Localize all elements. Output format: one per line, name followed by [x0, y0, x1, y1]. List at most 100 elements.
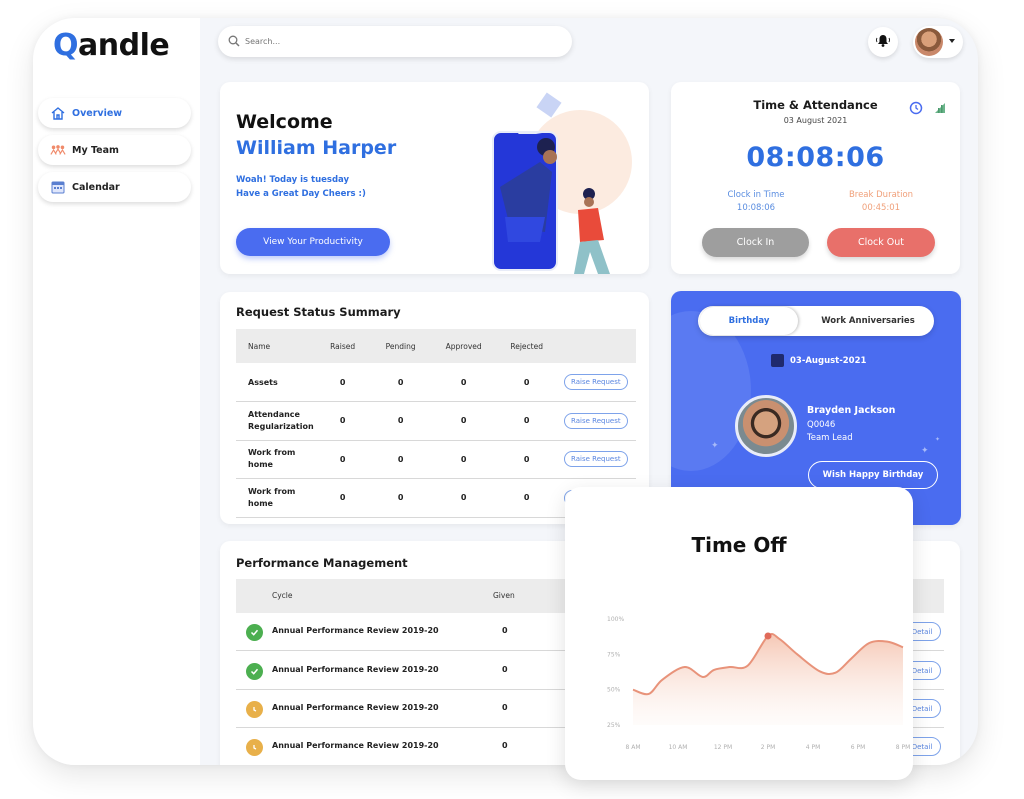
rejected-count: 0 — [497, 478, 556, 518]
cycle-name: Annual Performance Review 2019-20 — [272, 703, 439, 712]
check-icon — [246, 624, 263, 641]
tab-birthday[interactable]: Birthday — [700, 307, 798, 335]
clock-icon[interactable] — [909, 100, 923, 119]
bell-icon — [876, 33, 890, 52]
tab-work-anniversaries[interactable]: Work Anniversaries — [804, 307, 932, 335]
column-header-raised: Raised — [313, 329, 372, 363]
current-time: 08:08:06 — [746, 142, 885, 173]
sidebar-item-my-team[interactable]: My Team — [38, 135, 191, 165]
sparkle-icon: ✦ — [711, 441, 719, 451]
table-row: Assets 0 0 0 0 Raise Request — [236, 363, 636, 402]
check-icon — [246, 663, 263, 680]
sidebar-item-calendar[interactable]: Calendar — [38, 172, 191, 202]
approved-count: 0 — [429, 440, 498, 479]
performance-title: Performance Management — [236, 556, 408, 570]
calendar-icon — [50, 180, 66, 194]
cycle-name: Annual Performance Review 2019-20 — [272, 665, 439, 674]
y-tick-label: 75% — [607, 651, 621, 658]
table-header-row: Name Raised Pending Approved Rejected — [236, 329, 636, 363]
rejected-count: 0 — [497, 363, 556, 402]
given-count: 0 — [502, 703, 508, 712]
column-header-given: Given — [493, 591, 515, 600]
welcome-line-2: Have a Great Day Cheers :) — [236, 189, 366, 199]
raised-count: 0 — [313, 401, 372, 441]
profile-menu[interactable] — [913, 26, 963, 58]
x-tick-label: 8 PM — [896, 744, 911, 751]
welcome-heading: Welcome — [236, 111, 333, 133]
home-icon — [50, 106, 66, 120]
search-icon — [228, 32, 240, 51]
table-row: Work from home 0 0 0 0 Raise Request — [236, 440, 636, 479]
woman-skirt — [505, 217, 545, 242]
raise-request-button[interactable]: Raise Request — [564, 451, 628, 468]
person-avatar — [735, 395, 797, 457]
chevron-down-icon — [949, 39, 955, 43]
raised-count: 0 — [313, 440, 372, 479]
raise-request-button[interactable]: Raise Request — [564, 374, 628, 390]
y-tick-label: 50% — [607, 687, 621, 694]
birthday-tabs: Birthday Work Anniversaries — [698, 306, 934, 336]
birthday-date-text: 03-August-2021 — [790, 355, 867, 366]
column-header-approved: Approved — [429, 329, 498, 363]
column-header-cycle: Cycle — [272, 591, 293, 600]
birthday-date: 03-August-2021 — [771, 354, 866, 367]
clock-out-button[interactable]: Clock Out — [827, 228, 935, 257]
rejected-count: 0 — [497, 440, 556, 479]
pending-count: 0 — [371, 440, 430, 479]
search-input[interactable] — [245, 37, 545, 46]
approved-count: 0 — [429, 478, 498, 518]
notifications-button[interactable] — [868, 27, 898, 57]
team-icon — [50, 143, 66, 157]
wish-happy-birthday-button[interactable]: Wish Happy Birthday — [808, 461, 938, 489]
illustration-diamond — [536, 92, 562, 118]
request-name: Work from home — [236, 478, 314, 518]
person-role: Team Lead — [807, 433, 853, 443]
request-name: Attendance Regularization — [236, 401, 314, 441]
view-productivity-button[interactable]: View Your Productivity — [236, 228, 390, 256]
rejected-count: 0 — [497, 401, 556, 441]
clock-in-value: 10:08:06 — [736, 203, 776, 213]
child-face — [584, 197, 594, 207]
request-name: Work from home — [236, 440, 314, 479]
pending-count: 0 — [371, 478, 430, 518]
welcome-card: Welcome William Harper Woah! Today is tu… — [220, 82, 649, 274]
clock-in-button[interactable]: Clock In — [702, 228, 809, 257]
raised-count: 0 — [313, 363, 372, 402]
x-tick-label: 4 PM — [806, 744, 821, 751]
x-tick-label: 12 PM — [714, 744, 732, 751]
approved-count: 0 — [429, 401, 498, 441]
y-tick-label: 25% — [607, 722, 621, 729]
raise-request-button[interactable]: Raise Request — [564, 412, 628, 429]
sidebar: Qandle Overview My Team Calendar — [33, 18, 200, 765]
welcome-message: Woah! Today is tuesday Have a Great Day … — [236, 173, 366, 201]
time-off-card: Time Off 25% 50% 75% 100% 8 AM 10 AM 12 PM 2 P… — [565, 487, 913, 780]
search-bar[interactable] — [218, 26, 572, 57]
break-duration-value: 00:45:01 — [861, 203, 901, 213]
sidebar-item-label: Calendar — [72, 181, 120, 193]
sidebar-item-label: Overview — [72, 107, 123, 119]
table-row: Attendance Regularization 0 0 0 0 Raise … — [236, 401, 636, 441]
chart-highlight-point[interactable] — [764, 632, 772, 640]
given-count: 0 — [502, 741, 508, 750]
sidebar-item-overview[interactable]: Overview — [38, 98, 191, 128]
column-header-action — [555, 329, 636, 363]
y-tick-label: 100% — [607, 616, 624, 623]
cycle-name: Annual Performance Review 2019-20 — [272, 741, 439, 750]
raised-count: 0 — [313, 478, 372, 518]
sidebar-item-label: My Team — [72, 144, 119, 156]
calendar-icon — [771, 354, 784, 367]
time-attendance-card: Time & Attendance 03 August 2021 08:08:0… — [671, 82, 960, 274]
welcome-line-1: Woah! Today is tuesday — [236, 175, 350, 185]
x-tick-label: 6 PM — [851, 744, 866, 751]
pending-count: 0 — [371, 401, 430, 441]
column-header-name: Name — [236, 329, 314, 363]
person-code: Q0046 — [807, 420, 836, 430]
clock-in-label: Clock in Time — [727, 190, 785, 200]
sidebar-nav: Overview My Team Calendar — [38, 98, 191, 209]
signal-icon[interactable] — [934, 99, 946, 118]
logo-text: andle — [78, 28, 170, 63]
request-name: Assets — [236, 363, 314, 402]
child-pants — [574, 240, 610, 274]
x-tick-label: 2 PM — [761, 744, 776, 751]
logo: Qandle — [53, 28, 170, 63]
